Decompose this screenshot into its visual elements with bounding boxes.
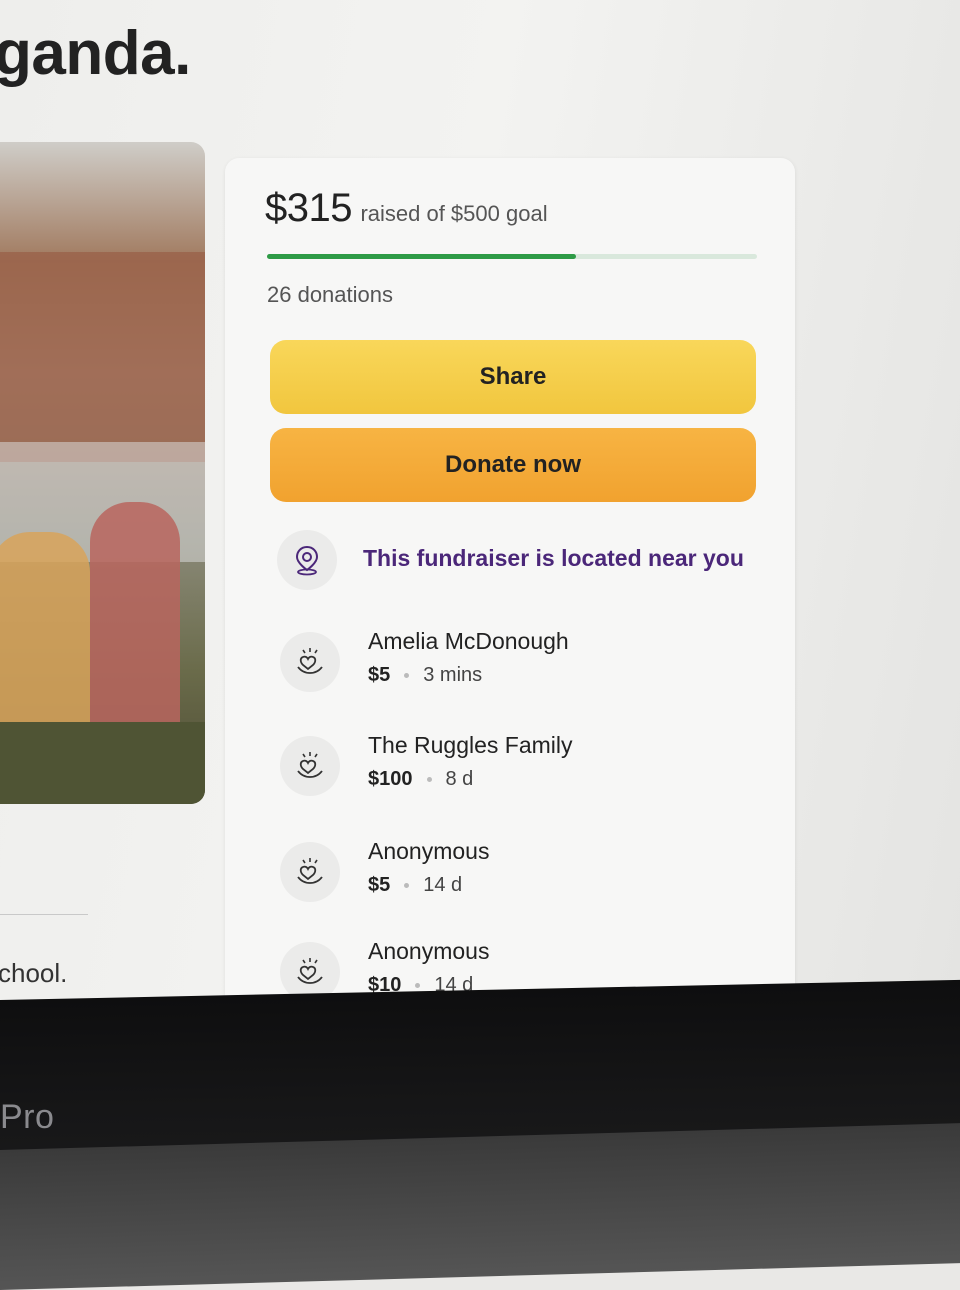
- raised-amount: $315: [265, 186, 352, 230]
- story-text: chool.: [0, 958, 68, 988]
- donation-list-item: The Ruggles Family $100 8 d: [280, 732, 760, 804]
- donation-amount: $5: [368, 874, 391, 896]
- browser-viewport: ganda. chool. $315 raised of $500 goal 2…: [0, 0, 960, 1040]
- donation-amount: $100: [368, 768, 413, 790]
- donation-meta: $5 14 d: [368, 874, 462, 897]
- donation-list-item: Anonymous $5 14 d: [280, 838, 760, 910]
- device-label: Pro: [0, 1098, 55, 1136]
- donation-list-item: Amelia McDonough $5 3 mins: [280, 628, 760, 700]
- donate-now-button[interactable]: Donate now: [270, 428, 756, 502]
- donation-heart-icon: [280, 632, 340, 692]
- fundraiser-photo: [0, 142, 205, 804]
- page-title: ganda.: [0, 19, 191, 88]
- donor-name: Anonymous: [368, 838, 490, 864]
- map-pin-icon: [277, 530, 337, 590]
- raised-summary: $315 raised of $500 goal: [265, 186, 548, 231]
- progress-bar: [267, 254, 757, 259]
- donation-time: 8 d: [445, 768, 474, 790]
- left-divider: [0, 914, 88, 915]
- donation-meta: $5 3 mins: [368, 664, 482, 687]
- donation-count: 26 donations: [267, 282, 393, 307]
- donation-card: $315 raised of $500 goal 26 donations Sh…: [225, 158, 795, 1038]
- donor-name: The Ruggles Family: [368, 732, 573, 758]
- donation-time: 14 d: [423, 874, 463, 896]
- donation-heart-icon: [280, 842, 340, 902]
- donor-name: Anonymous: [368, 938, 490, 964]
- donation-time: 3 mins: [423, 664, 483, 686]
- donation-heart-icon: [280, 736, 340, 796]
- location-text: This fundraiser is located near you: [363, 545, 744, 571]
- progress-fill: [267, 254, 576, 259]
- share-button[interactable]: Share: [270, 340, 756, 414]
- donor-name: Amelia McDonough: [368, 628, 569, 654]
- location-notice[interactable]: This fundraiser is located near you: [277, 530, 777, 590]
- desk-surface: [0, 1123, 960, 1290]
- goal-text: raised of $500 goal: [360, 201, 548, 226]
- donation-meta: $100 8 d: [368, 768, 473, 791]
- donation-amount: $5: [368, 664, 391, 686]
